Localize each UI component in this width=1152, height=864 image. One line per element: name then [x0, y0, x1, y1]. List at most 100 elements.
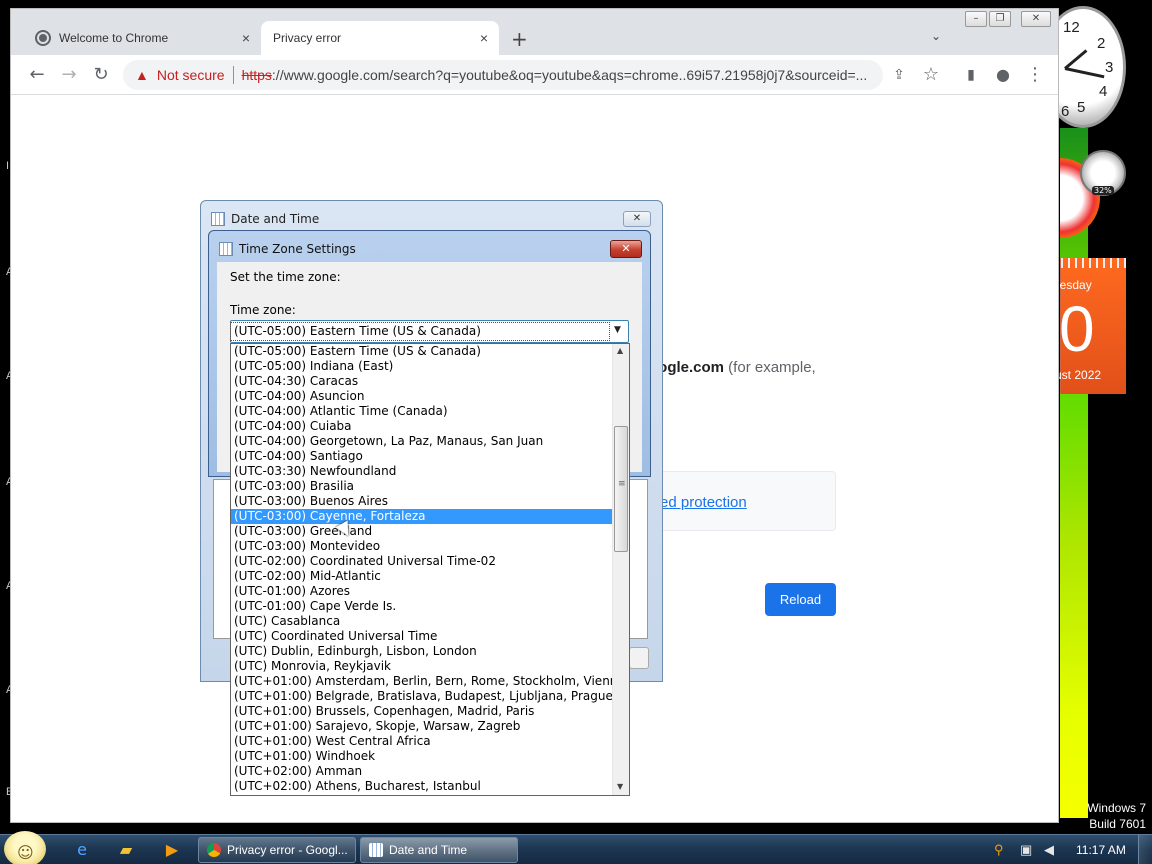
time-zone-option[interactable]: (UTC) Casablanca — [231, 614, 612, 629]
tab-search-icon[interactable]: ⌄ — [931, 29, 941, 43]
reload-button[interactable]: Reload — [765, 583, 836, 616]
tab-welcome[interactable]: Welcome to Chrome × — [23, 21, 261, 55]
close-dialog-button[interactable]: ✕ — [610, 240, 642, 258]
time-zone-option[interactable]: (UTC+01:00) West Central Africa — [231, 734, 612, 749]
clock-time[interactable]: 11:17 AM — [1076, 843, 1126, 857]
selected-time-zone: (UTC-05:00) Eastern Time (US & Canada) — [230, 322, 610, 341]
watermark-build: Build 7601 — [1089, 817, 1146, 831]
browser-toolbar: ← → ↻ ▲ Not secure https ://www.google.c… — [11, 55, 1058, 95]
close-window-button[interactable]: ✕ — [1021, 11, 1051, 27]
volume-icon[interactable]: ◀ — [1044, 842, 1054, 858]
taskbar-button-label: Privacy error - Googl... — [227, 843, 348, 857]
folder-icon[interactable]: ▰ — [116, 840, 136, 860]
tab-label: Welcome to Chrome — [59, 31, 169, 45]
time-zone-option[interactable]: (UTC) Monrovia, Reykjavik — [231, 659, 612, 674]
time-zone-option[interactable]: (UTC+01:00) Sarajevo, Skopje, Warsaw, Za… — [231, 719, 612, 734]
time-zone-option[interactable]: (UTC-04:30) Caracas — [231, 374, 612, 389]
scroll-down-arrow-icon[interactable]: ▼ — [617, 782, 623, 791]
show-desktop-button[interactable] — [1138, 835, 1152, 864]
time-zone-option[interactable]: (UTC-03:00) Buenos Aires — [231, 494, 612, 509]
taskbar-chrome-button[interactable]: Privacy error - Googl... — [198, 837, 356, 863]
taskbar-date-time-button[interactable]: Date and Time — [360, 837, 518, 863]
time-zone-option[interactable]: (UTC-05:00) Indiana (East) — [231, 359, 612, 374]
error-host-text: oogle.com (for example, — [649, 359, 816, 376]
meter-percent: 32% — [1092, 186, 1114, 195]
network-icon[interactable]: ▣ — [1020, 842, 1032, 858]
time-zone-option[interactable]: (UTC-04:00) Cuiaba — [231, 419, 612, 434]
dialog-button[interactable] — [629, 647, 649, 669]
time-zone-option[interactable]: (UTC) Dublin, Edinburgh, Lisbon, London — [231, 644, 612, 659]
close-dialog-button[interactable]: ✕ — [623, 211, 651, 227]
time-zone-option[interactable]: (UTC-04:00) Santiago — [231, 449, 612, 464]
time-zone-option[interactable]: (UTC-04:00) Georgetown, La Paz, Manaus, … — [231, 434, 612, 449]
time-zone-option[interactable]: (UTC-03:00) Brasilia — [231, 479, 612, 494]
time-zone-option[interactable]: (UTC-02:00) Mid-Atlantic — [231, 569, 612, 584]
share-icon[interactable]: ⇪ — [887, 63, 911, 87]
time-zone-option[interactable]: (UTC-05:00) Eastern Time (US & Canada) — [231, 344, 612, 359]
time-zone-option[interactable]: (UTC-04:00) Asuncion — [231, 389, 612, 404]
clock-number: 6 — [1061, 103, 1070, 120]
clock-hour-hand — [1064, 67, 1105, 79]
time-zone-option[interactable]: (UTC+01:00) Belgrade, Bratislava, Budape… — [231, 689, 613, 704]
search-icon[interactable]: ⚲ — [994, 842, 1004, 858]
time-zone-option[interactable]: (UTC+02:00) Amman — [231, 764, 612, 779]
scroll-up-arrow-icon[interactable]: ▲ — [617, 346, 623, 355]
close-tab-icon[interactable]: × — [473, 30, 495, 46]
tab-privacy-error[interactable]: Privacy error × — [261, 21, 499, 55]
time-zone-dropdown-list[interactable]: (UTC-05:00) Eastern Time (US & Canada) (U… — [230, 343, 630, 796]
url-scheme: https — [241, 67, 272, 83]
time-zone-option[interactable]: (UTC-04:00) Atlantic Time (Canada) — [231, 404, 612, 419]
new-tab-button[interactable]: + — [511, 27, 528, 51]
time-zone-option[interactable]: (UTC+02:00) Athens, Bucharest, Istanbul — [231, 779, 612, 794]
back-arrow-icon[interactable]: ← — [25, 63, 49, 87]
cpu-meter-gadget[interactable]: 32% — [1060, 150, 1126, 240]
forward-arrow-icon[interactable]: → — [57, 63, 81, 87]
address-bar[interactable]: ▲ Not secure https ://www.google.com/sea… — [123, 60, 883, 90]
time-zone-option[interactable]: (UTC-03:00) Montevideo — [231, 539, 612, 554]
time-zone-select[interactable]: (UTC-05:00) Eastern Time (US & Canada) ▼ — [230, 320, 629, 343]
time-zone-option[interactable]: (UTC-03:30) Newfoundland — [231, 464, 612, 479]
omnibox-divider — [232, 66, 234, 84]
calendar-icon — [211, 212, 225, 226]
media-player-icon[interactable]: ▶ — [162, 840, 182, 860]
time-zone-options: (UTC-05:00) Eastern Time (US & Canada) (U… — [231, 344, 625, 794]
bookmark-star-icon[interactable]: ☆ — [919, 63, 943, 87]
taskbar: ☺ e ▰ ▶ Privacy error - Googl... Date an… — [0, 831, 1152, 864]
time-zone-label: Time zone: — [230, 303, 296, 317]
profile-avatar-icon[interactable]: ● — [991, 63, 1015, 87]
time-zone-option[interactable]: (UTC+01:00) Amsterdam, Berlin, Bern, Rom… — [231, 674, 625, 689]
calendar-gadget[interactable]: nesday 0 ust 2022 — [1053, 258, 1127, 394]
time-zone-option[interactable]: (UTC-02:00) Coordinated Universal Time-0… — [231, 554, 612, 569]
time-zone-option[interactable]: (UTC+01:00) Brussels, Copenhagen, Madrid… — [231, 704, 612, 719]
dropdown-scrollbar[interactable]: ▲ ▼ — [612, 344, 629, 795]
minimize-button[interactable]: – — [965, 11, 987, 27]
taskbar-button-label: Date and Time — [389, 843, 468, 857]
time-zone-option[interactable]: (UTC) Coordinated Universal Time — [231, 629, 612, 644]
reload-icon[interactable]: ↻ — [89, 63, 113, 87]
menu-dots-icon[interactable]: ⋮ — [1023, 63, 1047, 87]
scrollbar-thumb[interactable] — [614, 426, 628, 552]
time-zone-option[interactable]: (UTC-01:00) Azores — [231, 584, 612, 599]
dropdown-arrow-icon[interactable]: ▼ — [614, 325, 621, 335]
calendar-icon — [369, 843, 383, 857]
enhanced-protection-link[interactable]: ed protection — [660, 494, 747, 511]
watermark-os: Windows 7 — [1087, 801, 1146, 815]
tab-strip: Welcome to Chrome × Privacy error × + ⌄ … — [11, 9, 1058, 55]
time-zone-option[interactable]: (UTC-03:00) Cayenne, Fortaleza — [231, 509, 612, 524]
start-button[interactable]: ☺ — [4, 831, 46, 864]
side-panel-icon[interactable]: ▮ — [959, 63, 983, 87]
calendar-icon — [219, 242, 233, 256]
close-tab-icon[interactable]: × — [235, 30, 257, 46]
clock-number: 4 — [1099, 83, 1108, 100]
warning-icon[interactable]: ▲ — [135, 67, 149, 83]
time-zone-option[interactable]: (UTC-01:00) Cape Verde Is. — [231, 599, 612, 614]
dialog-title: Date and Time — [231, 212, 320, 226]
time-zone-option[interactable]: (UTC-03:00) Greenland — [231, 524, 612, 539]
calendar-month: ust 2022 — [1055, 368, 1102, 382]
clock-number: 12 — [1063, 19, 1080, 36]
calendar-rings — [1061, 258, 1127, 268]
time-zone-option[interactable]: (UTC+01:00) Windhoek — [231, 749, 612, 764]
internet-explorer-icon[interactable]: e — [72, 840, 92, 860]
restore-button[interactable]: ❐ — [989, 11, 1011, 27]
security-status[interactable]: Not secure — [157, 67, 225, 83]
